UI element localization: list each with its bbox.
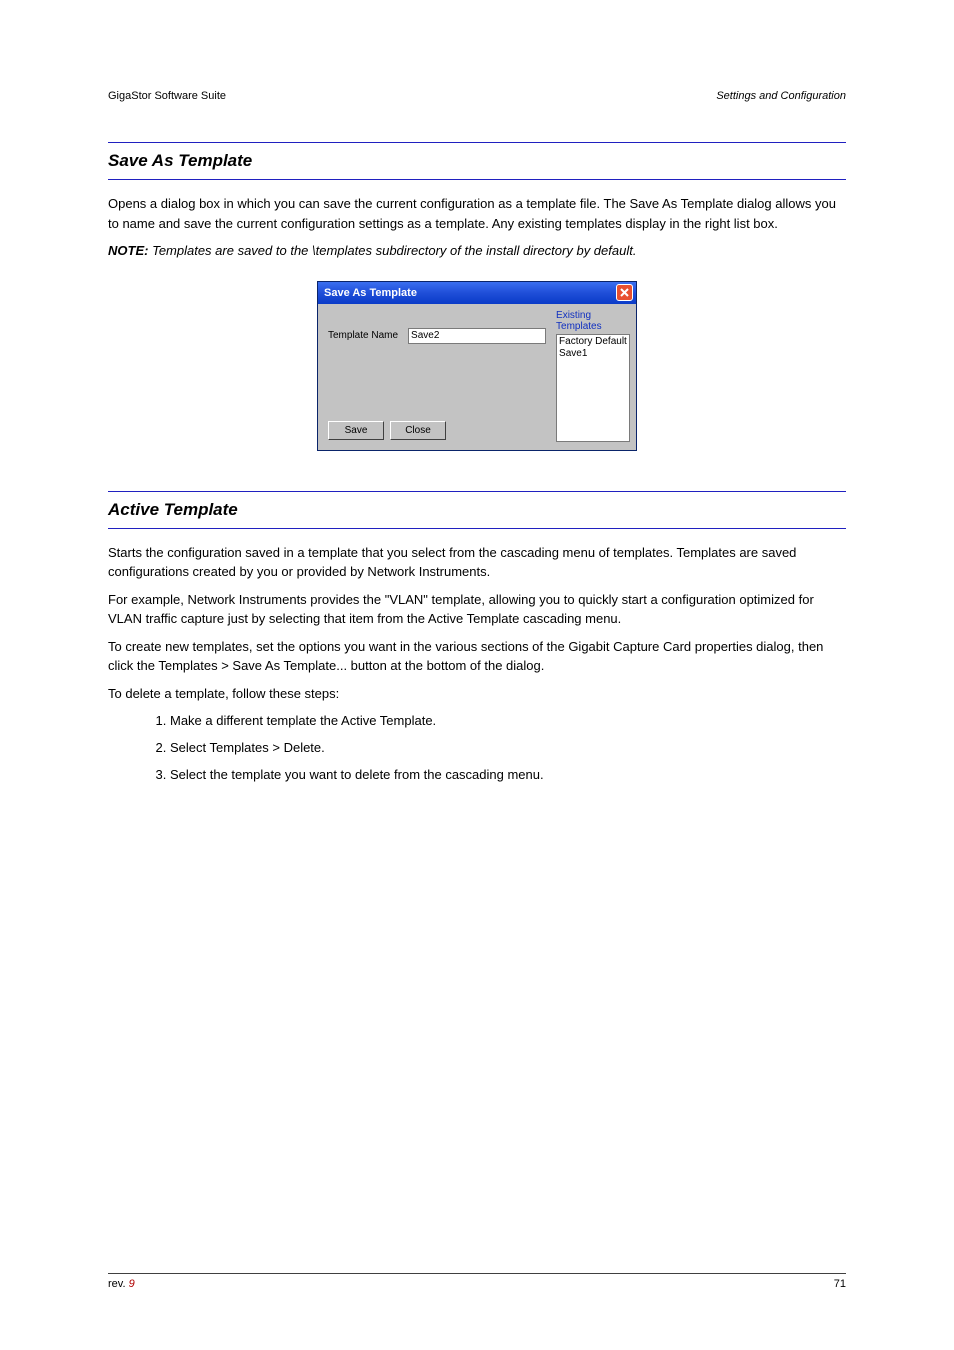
save-as-template-dialog: Save As Template Template Name Save: [317, 281, 637, 451]
save-button[interactable]: Save: [328, 421, 384, 440]
section2-paragraph-2: For example, Network Instruments provide…: [108, 590, 846, 629]
note-body: Templates are saved to the \templates su…: [148, 243, 636, 258]
doc-header-right: Settings and Configuration: [716, 90, 846, 102]
step-3: Select the template you want to delete f…: [170, 765, 846, 786]
existing-templates-listbox[interactable]: Factory Default Save1: [556, 334, 630, 442]
doc-header-left: GigaStor Software Suite: [108, 90, 226, 102]
step-1: Make a different template the Active Tem…: [170, 711, 846, 732]
template-name-input[interactable]: [408, 328, 546, 344]
close-button[interactable]: Close: [390, 421, 446, 440]
note-label: NOTE:: [108, 243, 148, 258]
section1-note: NOTE: Templates are saved to the \templa…: [108, 241, 846, 261]
template-name-label: Template Name: [328, 330, 398, 341]
section-heading-save-as-template: Save As Template: [108, 142, 846, 180]
list-item[interactable]: Save1: [559, 348, 627, 360]
section2-paragraph-1: Starts the configuration saved in a temp…: [108, 543, 846, 582]
dialog-titlebar[interactable]: Save As Template: [318, 282, 636, 304]
section-heading-active-template: Active Template: [108, 491, 846, 529]
footer-rev-prefix: rev.: [108, 1278, 129, 1290]
step-2: Select Templates > Delete.: [170, 738, 846, 759]
section2-paragraph-3: To create new templates, set the options…: [108, 637, 846, 676]
footer-page-number: 71: [834, 1278, 846, 1290]
dialog-title: Save As Template: [324, 287, 417, 299]
existing-templates-label: Existing Templates: [556, 310, 630, 332]
footer-rev-number: 9: [129, 1278, 135, 1290]
list-item[interactable]: Factory Default: [559, 336, 627, 348]
section2-paragraph-4: To delete a template, follow these steps…: [108, 684, 846, 704]
section1-paragraph-1: Opens a dialog box in which you can save…: [108, 194, 846, 233]
page-footer: rev. 9 71: [108, 1273, 846, 1290]
close-icon[interactable]: [616, 284, 633, 301]
delete-template-steps: Make a different template the Active Tem…: [130, 711, 846, 785]
